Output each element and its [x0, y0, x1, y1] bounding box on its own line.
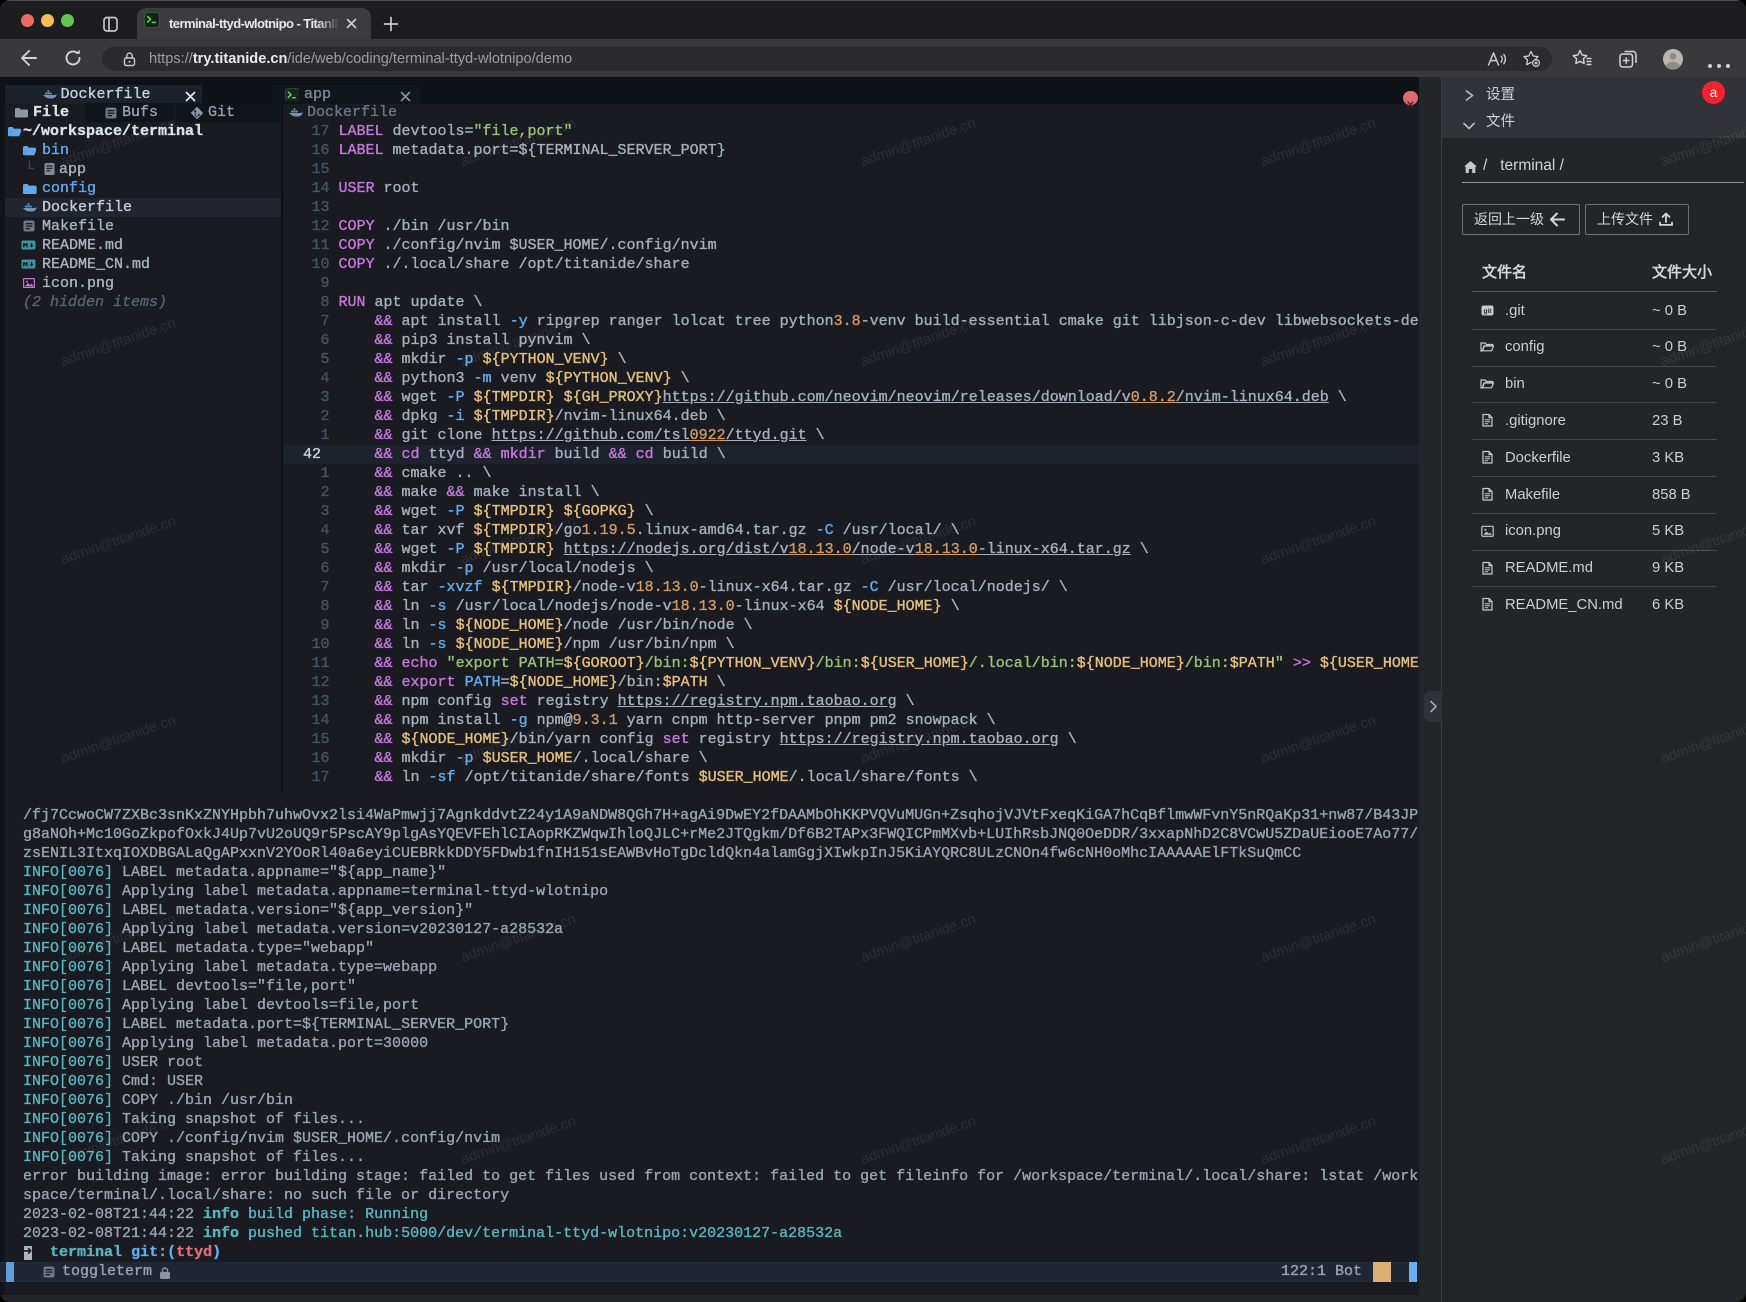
svg-text:git: git — [1484, 308, 1493, 315]
